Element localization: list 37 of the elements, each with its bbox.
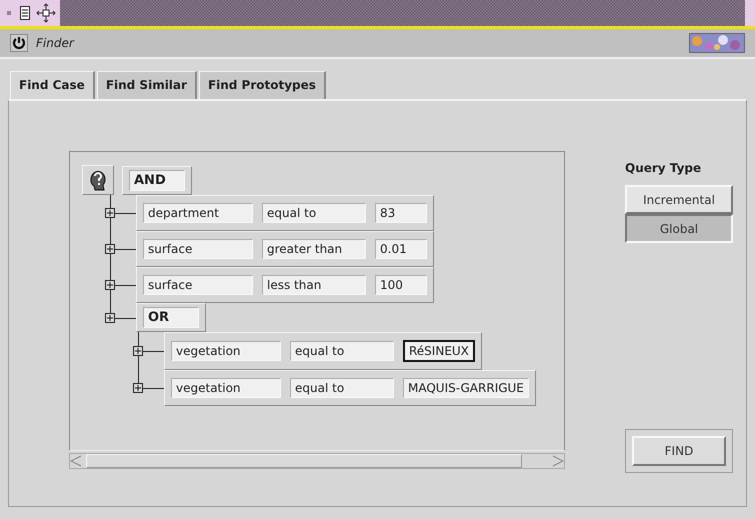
relation-field[interactable]: greater than (262, 239, 366, 259)
document-icon[interactable] (20, 6, 30, 20)
attribute-field[interactable]: vegetation (171, 341, 281, 361)
expand-icon[interactable] (105, 280, 115, 290)
tab[interactable]: Find Prototypes (198, 71, 326, 99)
relation-field[interactable]: equal to (262, 203, 366, 223)
value-field[interactable]: 83 (375, 203, 427, 223)
find-button[interactable]: FIND (632, 436, 726, 466)
attribute-field[interactable]: vegetation (171, 378, 281, 398)
attribute-field[interactable]: surface (143, 275, 253, 295)
attribute-field[interactable]: surface (143, 239, 253, 259)
tab[interactable]: Find Similar (96, 71, 197, 99)
operator-field[interactable]: AND (129, 170, 185, 190)
operator-field[interactable]: OR (143, 307, 199, 328)
move-icon[interactable] (36, 3, 56, 23)
relation-field[interactable]: equal to (290, 378, 394, 398)
query-type-button[interactable]: Global (625, 214, 733, 243)
help-icon (88, 169, 108, 191)
relation-field[interactable]: equal to (290, 341, 394, 361)
logo-icon (689, 33, 745, 53)
expand-icon[interactable] (133, 346, 143, 356)
expand-icon[interactable] (105, 244, 115, 254)
expand-icon[interactable] (105, 208, 115, 218)
attribute-field[interactable]: department (143, 203, 253, 223)
tab[interactable]: Find Case (10, 71, 95, 99)
expand-icon[interactable] (105, 312, 115, 322)
window-title: Finder (36, 36, 76, 50)
query-type-label: Query Type (625, 161, 702, 175)
value-field[interactable]: 0.01 (375, 239, 427, 259)
query-type-button[interactable]: Incremental (625, 185, 733, 214)
value-field[interactable]: RéSINEUX (403, 340, 475, 362)
help-button[interactable] (82, 165, 114, 195)
expand-icon[interactable] (133, 383, 143, 393)
value-field[interactable]: MAQUIS-GARRIGUE (403, 378, 529, 398)
value-field[interactable]: 100 (375, 275, 427, 295)
relation-field[interactable]: less than (262, 275, 366, 295)
power-icon[interactable] (10, 34, 28, 52)
